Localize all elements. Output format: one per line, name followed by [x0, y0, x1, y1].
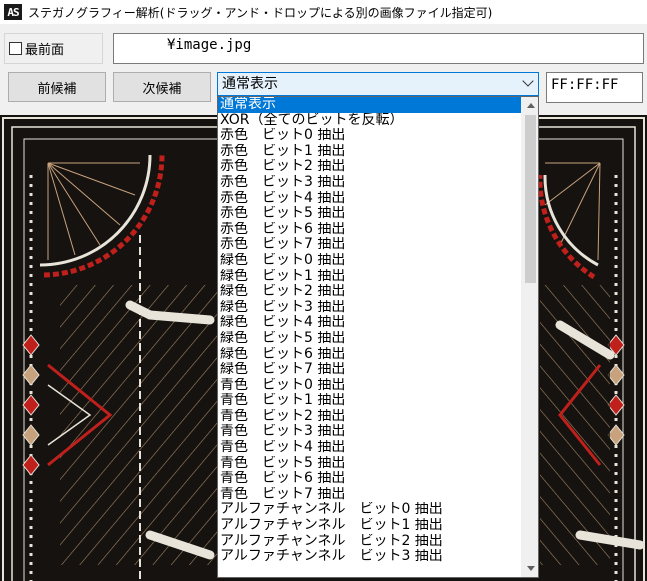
dropdown-option[interactable]: 緑色 ビット4 抽出: [218, 315, 521, 331]
next-candidate-button[interactable]: 次候補: [113, 72, 211, 102]
dropdown-option[interactable]: 緑色 ビット7 抽出: [218, 362, 521, 378]
file-path-field[interactable]: ¥image.jpg: [113, 33, 644, 64]
pixel-color-field[interactable]: FF:FF:FF: [546, 72, 643, 103]
title-bar: AS ステガノグラフィー解析(ドラッグ・アンド・ドロップによる別の画像ファイル指…: [0, 0, 647, 24]
dropdown-options: 通常表示 XOR（全てのビットを反転） 赤色 ビット0 抽出 赤色 ビット1 抽出 赤色…: [218, 97, 521, 565]
dropdown-option[interactable]: 青色 ビット5 抽出: [218, 456, 521, 472]
dropdown-option[interactable]: アルファチャンネル ビット0 抽出: [218, 502, 521, 518]
dropdown-option[interactable]: 赤色 ビット6 抽出: [218, 222, 521, 238]
dropdown-option[interactable]: 青色 ビット2 抽出: [218, 409, 521, 425]
topmost-checkbox[interactable]: [9, 42, 22, 55]
dropdown-option[interactable]: 青色 ビット0 抽出: [218, 378, 521, 394]
mode-select-value: 通常表示: [222, 76, 278, 92]
chevron-down-icon: [526, 566, 535, 571]
window-title: ステガノグラフィー解析(ドラッグ・アンド・ドロップによる別の画像ファイル指定可): [28, 5, 493, 20]
prev-candidate-button[interactable]: 前候補: [8, 72, 106, 102]
chevron-down-icon[interactable]: [522, 75, 534, 87]
dropdown-option[interactable]: 緑色 ビット3 抽出: [218, 300, 521, 316]
topmost-checkbox-group[interactable]: 最前面: [4, 33, 103, 64]
dropdown-option[interactable]: アルファチャンネル ビット1 抽出: [218, 518, 521, 534]
dropdown-option[interactable]: 赤色 ビット0 抽出: [218, 128, 521, 144]
dropdown-option[interactable]: 青色 ビット7 抽出: [218, 487, 521, 503]
dropdown-option[interactable]: 緑色 ビット1 抽出: [218, 269, 521, 285]
dropdown-option[interactable]: 青色 ビット4 抽出: [218, 440, 521, 456]
dropdown-option[interactable]: 青色 ビット3 抽出: [218, 424, 521, 440]
dropdown-option[interactable]: アルファチャンネル ビット3 抽出: [218, 549, 521, 565]
dropdown-option[interactable]: 赤色 ビット2 抽出: [218, 159, 521, 175]
mode-dropdown-list[interactable]: 通常表示 XOR（全てのビットを反転） 赤色 ビット0 抽出 赤色 ビット1 抽出 赤色…: [217, 96, 539, 578]
dropdown-option[interactable]: 緑色 ビット0 抽出: [218, 253, 521, 269]
dropdown-option[interactable]: アルファチャンネル ビット2 抽出: [218, 534, 521, 550]
dropdown-option[interactable]: 通常表示: [218, 97, 521, 113]
mode-select[interactable]: 通常表示: [217, 72, 539, 96]
dropdown-option[interactable]: 青色 ビット6 抽出: [218, 471, 521, 487]
dropdown-option[interactable]: 緑色 ビット2 抽出: [218, 284, 521, 300]
dropdown-option[interactable]: 緑色 ビット6 抽出: [218, 347, 521, 363]
topmost-label: 最前面: [25, 43, 65, 58]
dropdown-option[interactable]: 赤色 ビット5 抽出: [218, 206, 521, 222]
scroll-thumb[interactable]: [525, 115, 536, 283]
dropdown-option[interactable]: 赤色 ビット7 抽出: [218, 237, 521, 253]
dropdown-option[interactable]: 赤色 ビット4 抽出: [218, 191, 521, 207]
dropdown-option[interactable]: 緑色 ビット5 抽出: [218, 331, 521, 347]
dropdown-option[interactable]: XOR（全てのビットを反転）: [218, 113, 521, 129]
scroll-up-button[interactable]: [522, 97, 538, 114]
scroll-down-button[interactable]: [522, 560, 538, 577]
dropdown-option[interactable]: 赤色 ビット1 抽出: [218, 144, 521, 160]
dropdown-option[interactable]: 赤色 ビット3 抽出: [218, 175, 521, 191]
dropdown-scrollbar[interactable]: [521, 97, 538, 577]
dropdown-option[interactable]: 青色 ビット1 抽出: [218, 393, 521, 409]
chevron-up-icon: [526, 103, 535, 108]
app-icon: AS: [4, 4, 22, 20]
